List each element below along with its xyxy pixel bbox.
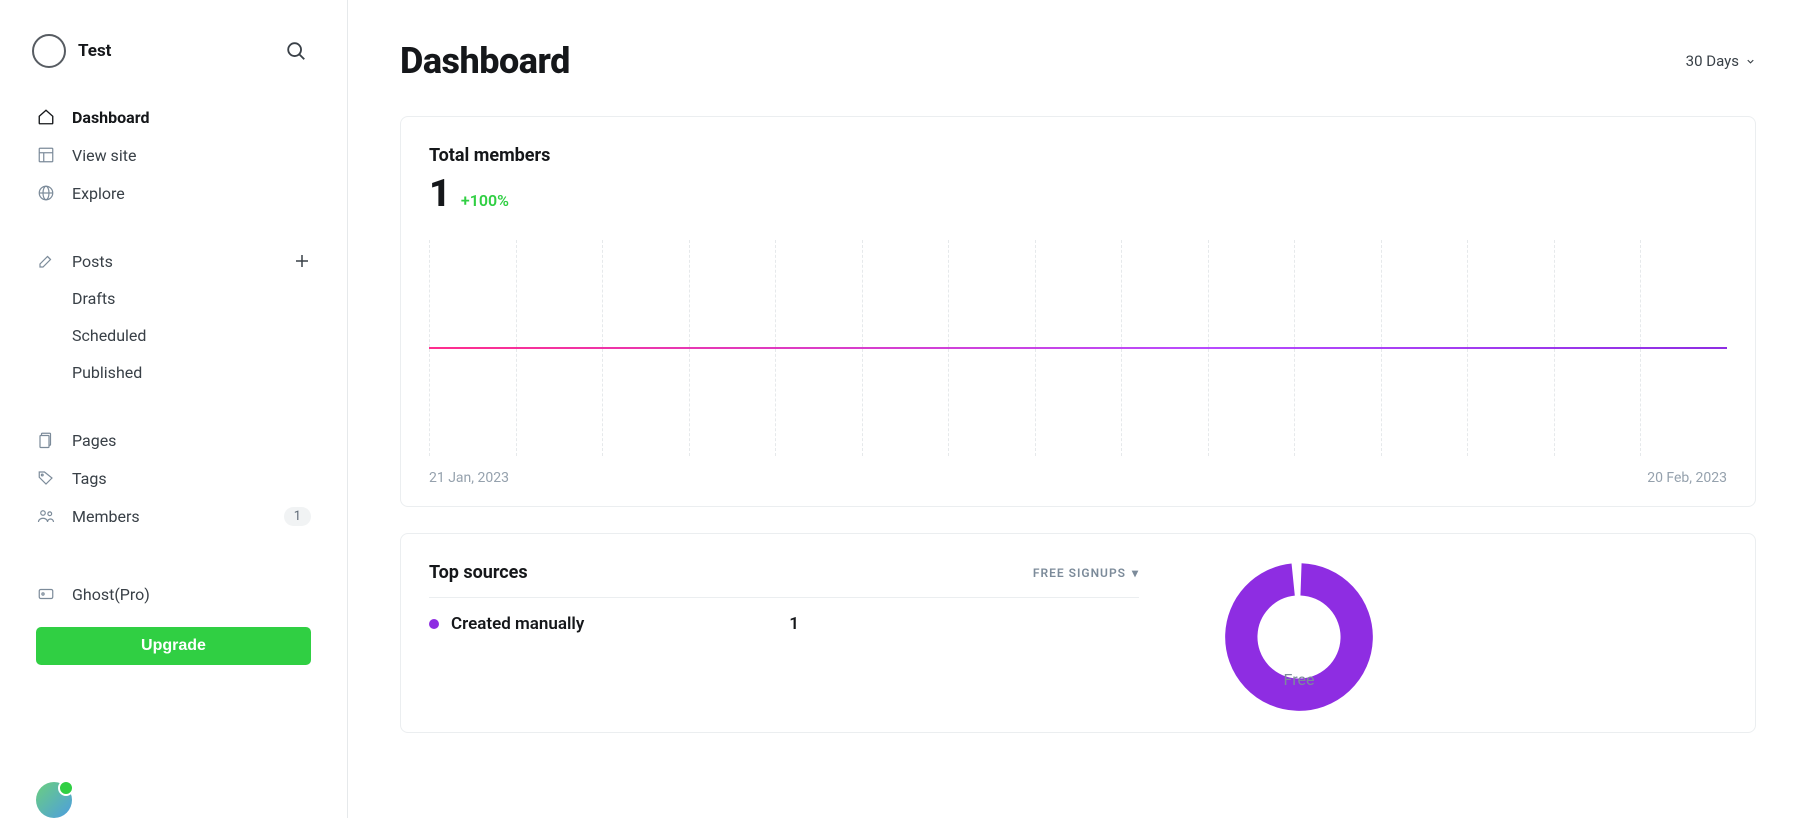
nav-label: Published — [72, 363, 142, 382]
site-name: Test — [78, 41, 111, 61]
metric-delta: +100% — [461, 191, 509, 210]
nav-ghost-pro[interactable]: Ghost(Pro) — [20, 575, 327, 613]
nav-tags[interactable]: Tags — [20, 459, 327, 497]
chart-start-date: 21 Jan, 2023 — [429, 470, 509, 486]
nav-explore[interactable]: Explore — [20, 174, 327, 212]
source-count: 1 — [789, 614, 1139, 634]
nav-label: View site — [72, 146, 136, 165]
members-breakdown-donut: Free — [1169, 562, 1429, 712]
sources-filter-dropdown[interactable]: FREE SIGNUPS ▾ — [1033, 566, 1139, 580]
search-button[interactable] — [277, 32, 315, 70]
nav-label: Posts — [72, 252, 113, 271]
caret-down-icon: ▾ — [1132, 566, 1139, 580]
chevron-down-icon — [1745, 56, 1756, 67]
sidebar: Test Dashboard View site Explore — [0, 0, 348, 818]
nav-label: Drafts — [72, 289, 115, 308]
page-icon — [36, 430, 56, 450]
nav-label: Members — [72, 507, 140, 526]
chart-end-date: 20 Feb, 2023 — [1647, 470, 1727, 486]
main-content: Dashboard 30 Days Total members 1 +100% … — [348, 0, 1800, 818]
nav-members[interactable]: Members 1 — [20, 497, 327, 535]
upgrade-section: Upgrade — [0, 619, 347, 665]
upgrade-button[interactable]: Upgrade — [36, 627, 311, 665]
members-icon — [36, 506, 56, 526]
donut-center-label: Free — [1169, 670, 1429, 689]
site-brand[interactable]: Test — [32, 34, 111, 68]
nav-main: Dashboard View site Explore — [0, 92, 347, 218]
nav-drafts[interactable]: Drafts — [20, 280, 327, 317]
date-range-picker[interactable]: 30 Days — [1686, 52, 1756, 70]
nav-label: Explore — [72, 184, 125, 203]
user-avatar[interactable] — [36, 782, 72, 818]
nav-label: Tags — [72, 469, 107, 488]
chart-line — [429, 347, 1727, 349]
nav-site: Pages Tags Members 1 — [0, 415, 347, 541]
search-icon — [285, 40, 307, 62]
pencil-icon — [36, 251, 56, 271]
series-dot-icon — [429, 619, 439, 629]
sources-header: Top sources FREE SIGNUPS ▾ — [429, 562, 1139, 583]
nav-label: Dashboard — [72, 108, 149, 127]
page-title: Dashboard — [400, 40, 570, 82]
globe-icon — [36, 183, 56, 203]
nav-posts[interactable]: Posts — [20, 242, 327, 280]
filter-label: FREE SIGNUPS — [1033, 566, 1126, 580]
card-icon — [36, 584, 56, 604]
chart-date-axis: 21 Jan, 2023 20 Feb, 2023 — [429, 470, 1727, 486]
top-sources-card: Top sources FREE SIGNUPS ▾ Created manua… — [400, 533, 1756, 733]
nav-dashboard[interactable]: Dashboard — [20, 98, 327, 136]
total-members-card: Total members 1 +100% 21 Jan, 2023 20 Fe… — [400, 116, 1756, 507]
nav-pages[interactable]: Pages — [20, 421, 327, 459]
range-label: 30 Days — [1686, 52, 1739, 70]
nav-billing: Ghost(Pro) — [0, 569, 347, 619]
metric-label: Total members — [429, 145, 1727, 166]
nav-label: Scheduled — [72, 326, 146, 345]
sidebar-footer — [0, 782, 347, 818]
metric-row: 1 +100% — [429, 172, 1727, 216]
sources-title: Top sources — [429, 562, 528, 583]
nav-published[interactable]: Published — [20, 354, 327, 391]
source-row[interactable]: Created manually 1 — [429, 597, 1139, 650]
new-post-button[interactable] — [293, 252, 311, 270]
nav-label: Ghost(Pro) — [72, 585, 150, 604]
nav-label: Pages — [72, 431, 116, 450]
nav-view-site[interactable]: View site — [20, 136, 327, 174]
house-icon — [36, 107, 56, 127]
metric-value: 1 — [429, 172, 451, 216]
tag-icon — [36, 468, 56, 488]
main-header: Dashboard 30 Days — [400, 40, 1756, 82]
members-chart — [429, 240, 1727, 456]
source-name: Created manually — [451, 614, 584, 634]
site-logo-icon — [32, 34, 66, 68]
members-count-badge: 1 — [284, 507, 311, 526]
nav-content: Posts Drafts Scheduled Published — [0, 236, 347, 397]
layout-icon — [36, 145, 56, 165]
sidebar-header: Test — [0, 32, 347, 92]
plus-icon — [293, 252, 311, 270]
nav-scheduled[interactable]: Scheduled — [20, 317, 327, 354]
sources-table: Top sources FREE SIGNUPS ▾ Created manua… — [429, 562, 1139, 712]
